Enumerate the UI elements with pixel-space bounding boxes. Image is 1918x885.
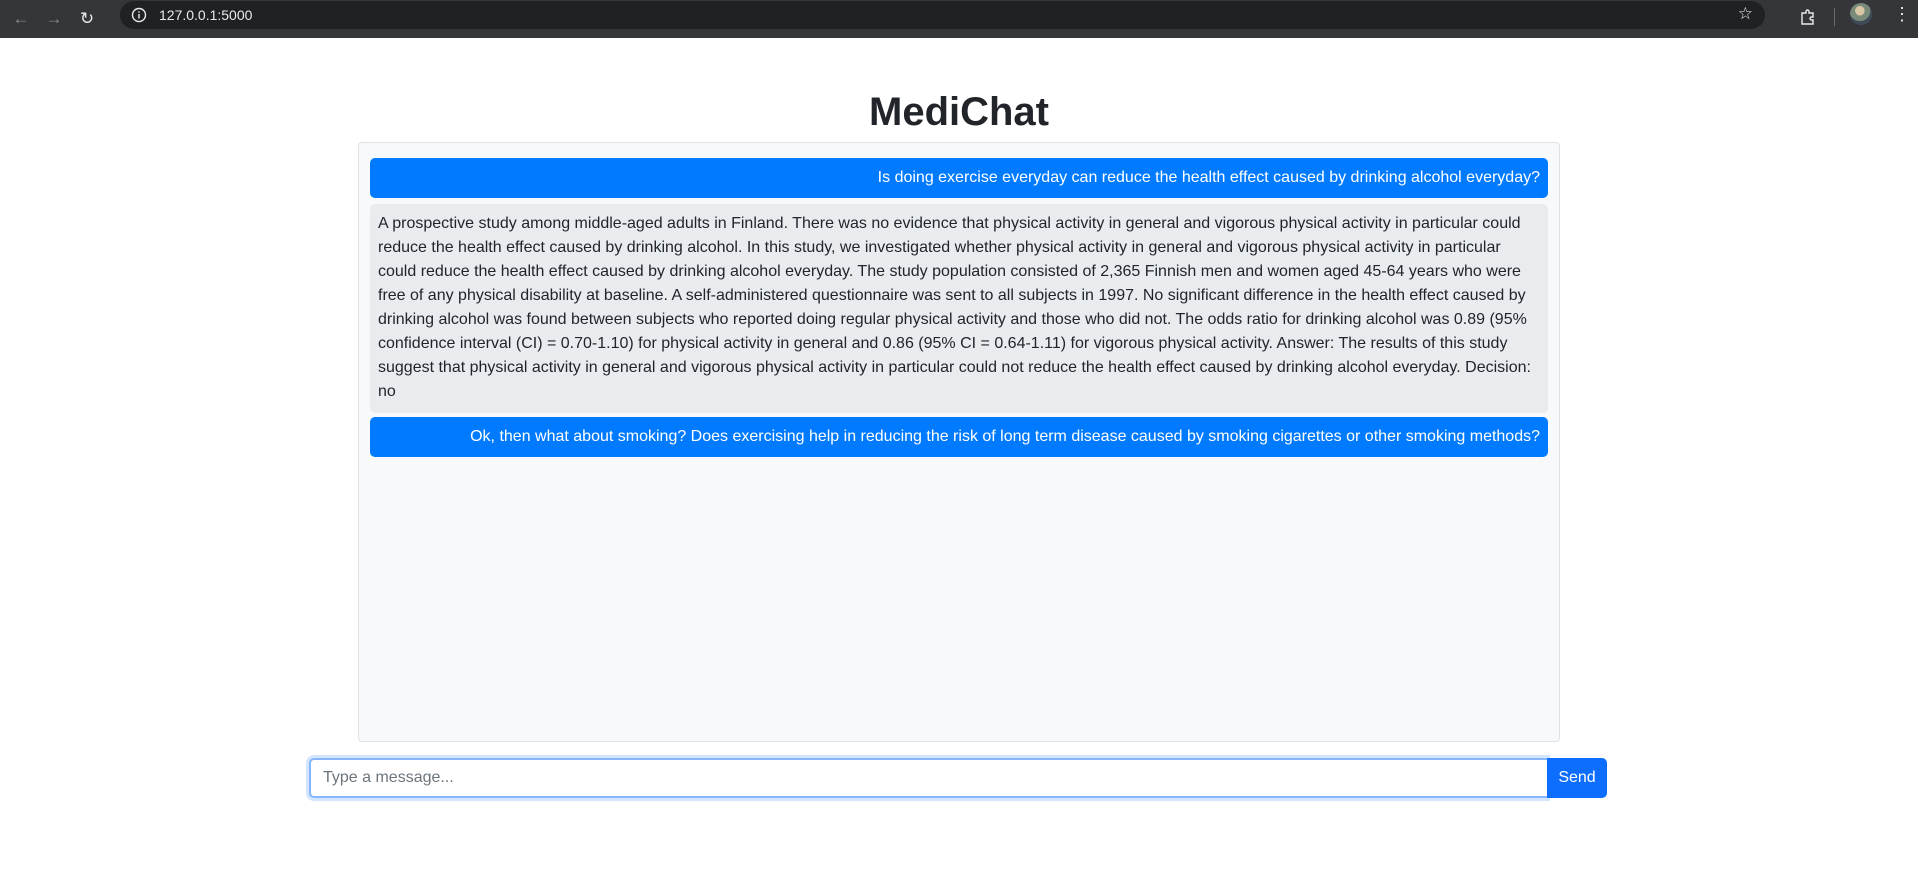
forward-icon[interactable]: → (42, 7, 66, 31)
browser-menu-icon[interactable]: ⋮ (1893, 4, 1911, 25)
user-message: Is doing exercise everyday can reduce th… (370, 158, 1548, 198)
bot-message: A prospective study among middle-aged ad… (370, 204, 1548, 413)
message-composer: Send (309, 758, 1607, 798)
browser-toolbar: ← → ↻ 127.0.0.1:5000 ☆ ⋮ (0, 0, 1918, 38)
page-title: MediChat (869, 90, 1049, 134)
extensions-icon[interactable] (1796, 5, 1820, 29)
back-icon[interactable]: ← (9, 7, 33, 31)
site-info-icon[interactable] (129, 5, 149, 25)
message-input[interactable] (309, 758, 1547, 798)
toolbar-divider (1834, 8, 1835, 26)
send-button[interactable]: Send (1547, 758, 1607, 798)
url-text[interactable]: 127.0.0.1:5000 (159, 7, 252, 23)
address-bar[interactable]: 127.0.0.1:5000 ☆ (120, 1, 1765, 29)
user-message: Ok, then what about smoking? Does exerci… (370, 417, 1548, 457)
profile-avatar[interactable] (1850, 3, 1872, 25)
bookmark-star-icon[interactable]: ☆ (1738, 4, 1753, 24)
chat-window[interactable]: Is doing exercise everyday can reduce th… (358, 142, 1560, 742)
reload-icon[interactable]: ↻ (75, 7, 99, 31)
